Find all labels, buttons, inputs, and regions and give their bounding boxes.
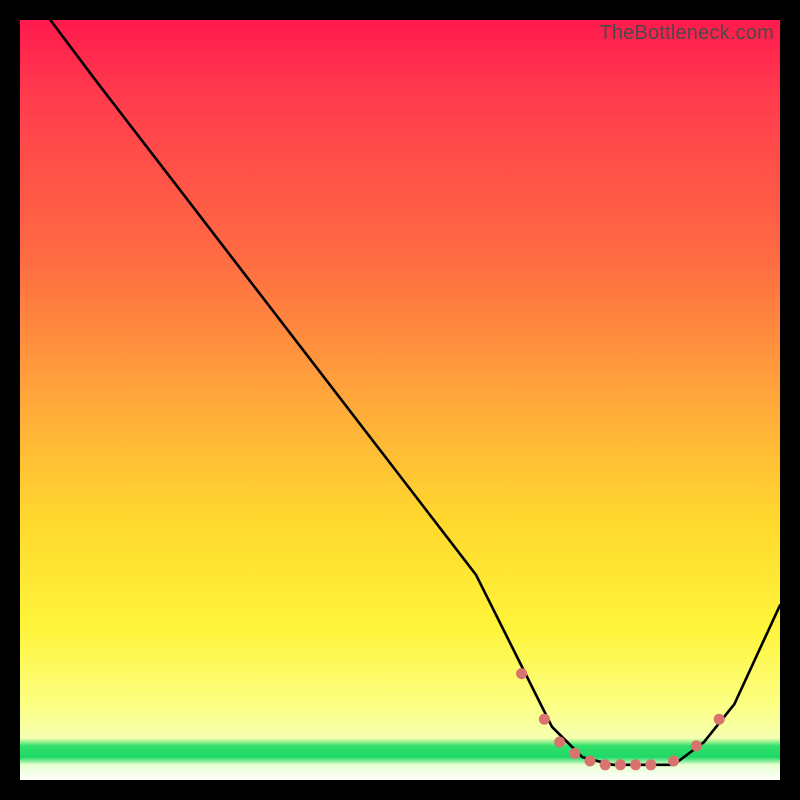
valley-dot (645, 759, 656, 770)
valley-dot (600, 759, 611, 770)
valley-dot (630, 759, 641, 770)
valley-dot (554, 737, 565, 748)
valley-dot (585, 756, 596, 767)
valley-dot (691, 740, 702, 751)
chart-svg (20, 20, 780, 780)
bottleneck-curve (50, 20, 780, 765)
chart-stage: TheBottleneck.com (0, 0, 800, 800)
plot-area: TheBottleneck.com (20, 20, 780, 780)
valley-dots-group (516, 668, 725, 770)
valley-dot (539, 714, 550, 725)
valley-dot (668, 756, 679, 767)
valley-dot (615, 759, 626, 770)
valley-dot (569, 748, 580, 759)
valley-dot (714, 714, 725, 725)
valley-dot (516, 668, 527, 679)
